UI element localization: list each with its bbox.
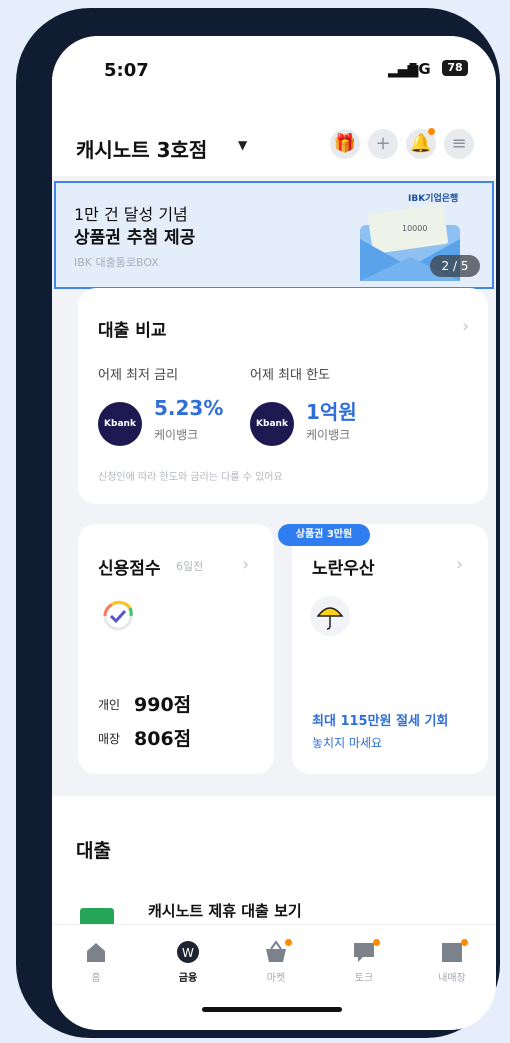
basket-icon [263,939,292,965]
won-icon: W [175,939,201,965]
chevron-right-icon[interactable]: › [242,554,249,575]
banner-desc: IBK 대출통로BOX [74,256,159,269]
plus-icon[interactable]: + [368,129,398,159]
store-selector[interactable]: 캐시노트 3호점 [76,134,207,163]
tab-home[interactable]: 홈 [66,939,126,984]
bottom-tab-bar: 홈 W 금융 마켓 토크 내매장 [52,924,496,1030]
tab-finance[interactable]: W 금융 [158,939,218,984]
tab-label: 내매장 [438,973,466,984]
max-limit-label: 어제 최대 한도 [250,368,331,383]
max-limit-bank: 케이뱅크 [306,428,351,442]
tab-talk[interactable]: 토크 [334,939,394,984]
chevron-right-icon[interactable]: › [462,316,469,337]
credit-gauge-icon [103,600,133,631]
loans-section-title: 대출 [76,840,111,862]
min-rate-label: 어제 최저 금리 [98,368,179,383]
yellow-umbrella-card[interactable]: 노란우산 › 최대 115만원 절세 기회 놓치지 마세요 [292,524,488,774]
notification-dot [373,939,380,946]
app-screen: 5:07 ▂▄▆ 5G 78 캐시노트 3호점 ▼ 🎁 + 🔔 ≡ 1만 건 달… [52,36,496,1030]
notification-dot [285,939,292,946]
store-score: 806점 [134,728,192,750]
tab-market[interactable]: 마켓 [246,939,306,984]
menu-icon[interactable]: ≡ [444,129,474,159]
loan-compare-card[interactable]: 대출 비교 › 어제 최저 금리 어제 최대 한도 Kbank 5.23% 케이… [78,288,488,504]
banner-pager[interactable]: 2 / 5 [430,255,480,277]
umbrella-line2: 놓치지 마세요 [312,736,383,750]
chat-icon [351,939,380,965]
kbank-logo: Kbank [98,402,142,446]
store-icon [439,939,468,965]
credit-updated: 6일전 [176,560,204,573]
status-time: 5:07 [104,60,149,81]
home-icon [83,939,109,965]
min-rate-value: 5.23% [154,396,224,420]
notification-dot [461,939,468,946]
loan-compare-note: 신청인에 따라 한도와 금리는 다를 수 있어요 [98,472,283,483]
promo-banner[interactable]: 1만 건 달성 기념 상품권 추첨 제공 IBK 대출통로BOX IBK기업은행… [54,181,494,289]
voucher-badge: 상품권 3만원 [278,524,370,546]
svg-text:W: W [182,946,194,960]
umbrella-title: 노란우산 [312,559,375,579]
voucher-value: 10000 [402,224,427,233]
credit-title: 신용점수 [98,559,161,579]
home-indicator [202,1007,342,1012]
battery-icon: 78 [442,60,468,76]
credit-score-card[interactable]: 신용점수 6일전 › 개인 990점 매장 806점 [78,524,274,774]
app-header: 캐시노트 3호점 ▼ 🎁 + 🔔 ≡ [52,108,496,176]
banner-subtitle: 상품권 추첨 제공 [74,228,196,248]
personal-score: 990점 [134,694,192,716]
phone-frame: 5:07 ▂▄▆ 5G 78 캐시노트 3호점 ▼ 🎁 + 🔔 ≡ 1만 건 달… [16,8,500,1038]
store-label: 매장 [98,732,121,746]
banner-title: 1만 건 달성 기념 [74,205,188,224]
partner-loan-link[interactable]: 캐시노트 제휴 대출 보기 [148,900,302,921]
notification-dot [428,128,435,135]
min-rate-bank: 케이뱅크 [154,428,199,442]
network-label: 5G [408,60,431,78]
tab-label: 마켓 [266,973,286,984]
tab-label: 토크 [354,973,374,984]
chevron-down-icon[interactable]: ▼ [238,138,247,152]
personal-label: 개인 [98,698,121,712]
umbrella-icon [310,596,350,636]
kbank-logo: Kbank [250,402,294,446]
status-bar: 5:07 ▂▄▆ 5G 78 [52,36,496,108]
tab-label: 홈 [91,973,101,984]
umbrella-line1: 최대 115만원 절세 기회 [312,714,449,729]
gift-icon[interactable]: 🎁 [330,129,360,159]
tab-my-store[interactable]: 내매장 [422,939,482,984]
loan-compare-title: 대출 비교 [98,321,167,341]
chevron-right-icon[interactable]: › [456,554,463,575]
tab-label: 금융 [178,973,198,984]
max-limit-value: 1억원 [306,400,357,424]
